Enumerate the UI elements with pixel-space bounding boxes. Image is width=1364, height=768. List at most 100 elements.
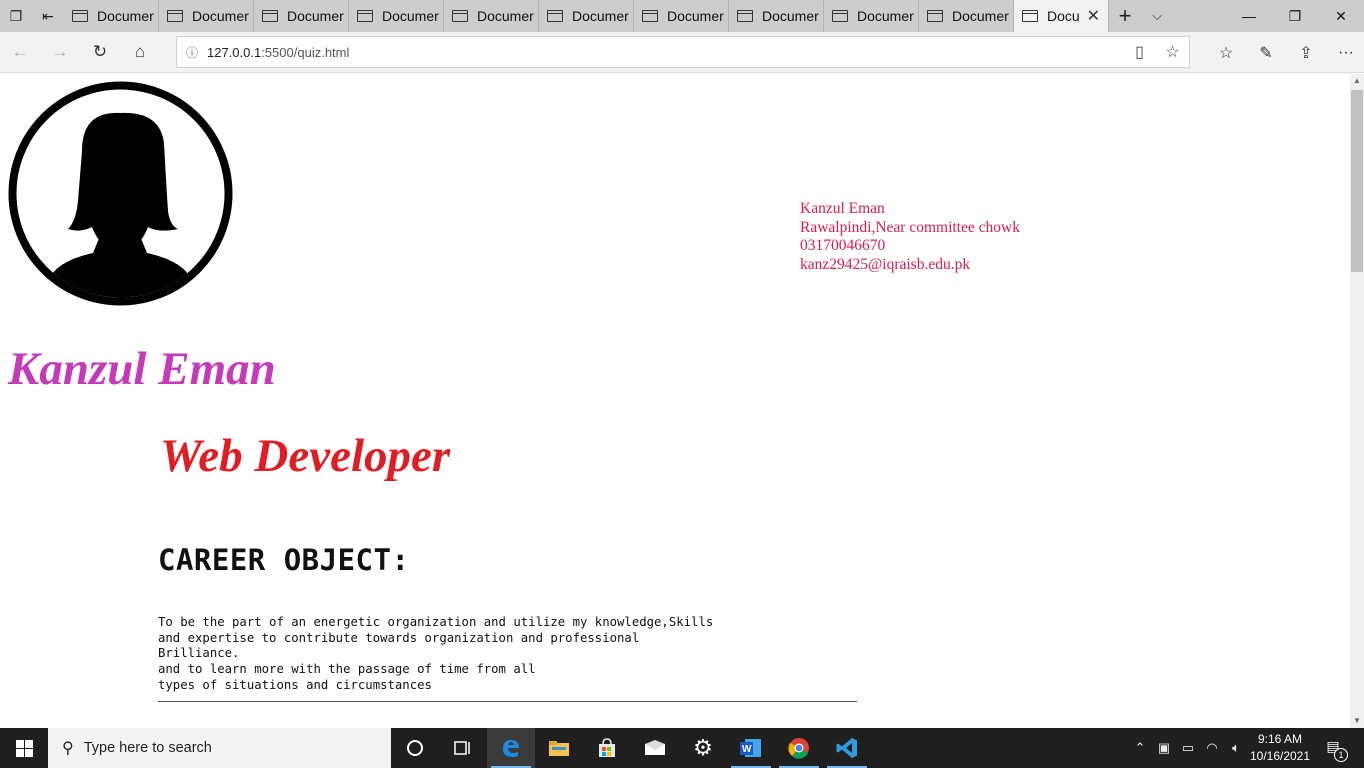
settings-gear-icon[interactable]: ⚙	[679, 728, 727, 768]
horizontal-rule	[158, 701, 857, 702]
url-host: 127.0.0.1	[207, 44, 262, 60]
task-view-icon[interactable]	[439, 728, 487, 768]
url-text[interactable]: 127.0.0.1:5500/quiz.html	[207, 45, 349, 60]
navigation-bar: ← → ↻ ⌂ ⓘ 127.0.0.1:5500/quiz.html ▯ ☆ ☆…	[0, 32, 1364, 73]
scrollbar-thumb[interactable]	[1351, 90, 1363, 272]
browser-tab[interactable]: Documer	[444, 0, 539, 32]
restore-icon[interactable]: ❐	[1272, 0, 1318, 32]
browser-tab-active[interactable]: Docu ✕	[1014, 0, 1109, 32]
tab-label: Documer	[382, 8, 439, 24]
vscode-icon[interactable]	[823, 728, 871, 768]
system-tray: ⌃ ▣ ▭ ◠ 🔈︎	[1128, 728, 1248, 768]
tab-label: Documer	[572, 8, 629, 24]
tab-bar: ❐ ⇤ Documer Documer Documer Documer Docu…	[0, 0, 1364, 32]
chrome-icon[interactable]	[775, 728, 823, 768]
browser-tab[interactable]: Documer	[254, 0, 349, 32]
back-icon[interactable]: ←	[0, 32, 40, 73]
refresh-icon[interactable]: ↻	[80, 32, 120, 73]
home-icon[interactable]: ⌂	[120, 32, 160, 73]
browser-tab[interactable]: Documer	[349, 0, 444, 32]
vertical-scrollbar[interactable]: ▲ ▼	[1350, 74, 1364, 728]
new-tab-icon[interactable]: +	[1109, 0, 1141, 32]
career-object-text: To be the part of an energetic organizat…	[158, 615, 714, 692]
tab-label: Documer	[857, 8, 914, 24]
profile-avatar-icon	[8, 81, 233, 306]
browser-tab[interactable]: Documer	[634, 0, 729, 32]
tab-preview-chevron-icon[interactable]: ⌵	[1141, 0, 1173, 32]
career-object-heading: CAREER OBJECT:	[158, 543, 410, 577]
notes-pen-icon[interactable]: ✎	[1246, 32, 1286, 73]
browser-tab[interactable]: Documer	[729, 0, 824, 32]
role-heading: Web Developer	[160, 430, 451, 482]
taskbar-clock[interactable]: 9:16 AM 10/16/2021	[1248, 731, 1312, 765]
tab-actions-icon[interactable]: ❐	[0, 0, 32, 32]
cortana-icon[interactable]	[391, 728, 439, 768]
meet-now-icon[interactable]: ▣	[1152, 740, 1176, 756]
set-tabs-aside-icon[interactable]: ⇤	[32, 0, 64, 32]
scroll-down-icon[interactable]: ▼	[1350, 714, 1364, 728]
site-info-icon[interactable]: ⓘ	[177, 44, 207, 61]
reading-view-icon[interactable]: ▯	[1123, 42, 1156, 62]
page-icon	[167, 10, 183, 22]
clock-time: 9:16 AM	[1257, 732, 1303, 746]
clock-date: 10/16/2021	[1249, 749, 1311, 763]
favorites-list-icon[interactable]: ☆	[1206, 32, 1246, 73]
contact-email: kanz29425@iqraisb.edu.pk	[800, 255, 971, 273]
page-icon	[72, 10, 88, 22]
browser-tab[interactable]: Documer	[64, 0, 159, 32]
tab-label: Documer	[952, 8, 1009, 24]
taskbar: ⚲ Type here to search ⚙ W ⌃ ▣ ▭ ◠ 🔈︎ 9:1…	[0, 728, 1364, 768]
page-icon	[1022, 10, 1038, 22]
taskbar-search[interactable]: ⚲ Type here to search	[48, 728, 391, 768]
tab-label: Documer	[97, 8, 154, 24]
volume-icon[interactable]: 🔈︎	[1224, 740, 1248, 756]
tab-label: Documer	[762, 8, 819, 24]
minimize-icon[interactable]: —	[1226, 0, 1272, 32]
page-content: Kanzul Eman Rawalpindi,Near committee ch…	[0, 74, 1350, 728]
close-tab-icon[interactable]: ✕	[1087, 6, 1100, 26]
contact-info: Kanzul Eman Rawalpindi,Near committee ch…	[800, 200, 1020, 274]
page-icon	[832, 10, 848, 22]
svg-text:W: W	[742, 744, 752, 755]
page-icon	[357, 10, 373, 22]
close-window-icon[interactable]: ✕	[1318, 0, 1364, 32]
page-icon	[452, 10, 468, 22]
contact-address: Rawalpindi,Near committee chowk	[800, 218, 1020, 236]
tab-label: Documer	[667, 8, 724, 24]
page-icon	[547, 10, 563, 22]
scroll-up-icon[interactable]: ▲	[1350, 74, 1364, 88]
forward-icon[interactable]: →	[40, 32, 80, 73]
search-icon: ⚲	[62, 740, 74, 757]
more-menu-icon[interactable]: ···	[1326, 32, 1364, 73]
url-path: :5500/quiz.html	[261, 44, 350, 60]
windows-start-icon[interactable]	[0, 728, 48, 768]
notification-count-badge: 1	[1334, 748, 1348, 762]
page-icon	[642, 10, 658, 22]
contact-phone: 03170046670	[800, 237, 886, 254]
tab-label: Documer	[287, 8, 344, 24]
search-placeholder: Type here to search	[83, 740, 212, 756]
browser-tab[interactable]: Documer	[159, 0, 254, 32]
tab-label: Documer	[477, 8, 534, 24]
edge-browser-icon[interactable]	[487, 728, 535, 768]
favorite-star-icon[interactable]: ☆	[1156, 42, 1189, 62]
browser-tab[interactable]: Documer	[824, 0, 919, 32]
page-icon	[737, 10, 753, 22]
page-icon	[262, 10, 278, 22]
page-icon	[927, 10, 943, 22]
word-icon[interactable]: W	[727, 728, 775, 768]
address-bar[interactable]: ⓘ 127.0.0.1:5500/quiz.html ▯ ☆	[176, 36, 1190, 68]
wifi-icon[interactable]: ◠	[1200, 740, 1224, 756]
tab-label: Documer	[192, 8, 249, 24]
show-hidden-icons-chevron-icon[interactable]: ⌃	[1128, 740, 1152, 756]
name-heading: Kanzul Eman	[8, 343, 276, 395]
browser-tab[interactable]: Documer	[539, 0, 634, 32]
microsoft-store-icon[interactable]	[583, 728, 631, 768]
contact-name: Kanzul Eman	[800, 200, 885, 217]
tab-label: Docu	[1047, 8, 1080, 24]
share-icon[interactable]: ⇪	[1286, 32, 1326, 73]
mail-icon[interactable]	[631, 728, 679, 768]
browser-tab[interactable]: Documer	[919, 0, 1014, 32]
file-explorer-icon[interactable]	[535, 728, 583, 768]
battery-icon[interactable]: ▭	[1176, 740, 1200, 756]
